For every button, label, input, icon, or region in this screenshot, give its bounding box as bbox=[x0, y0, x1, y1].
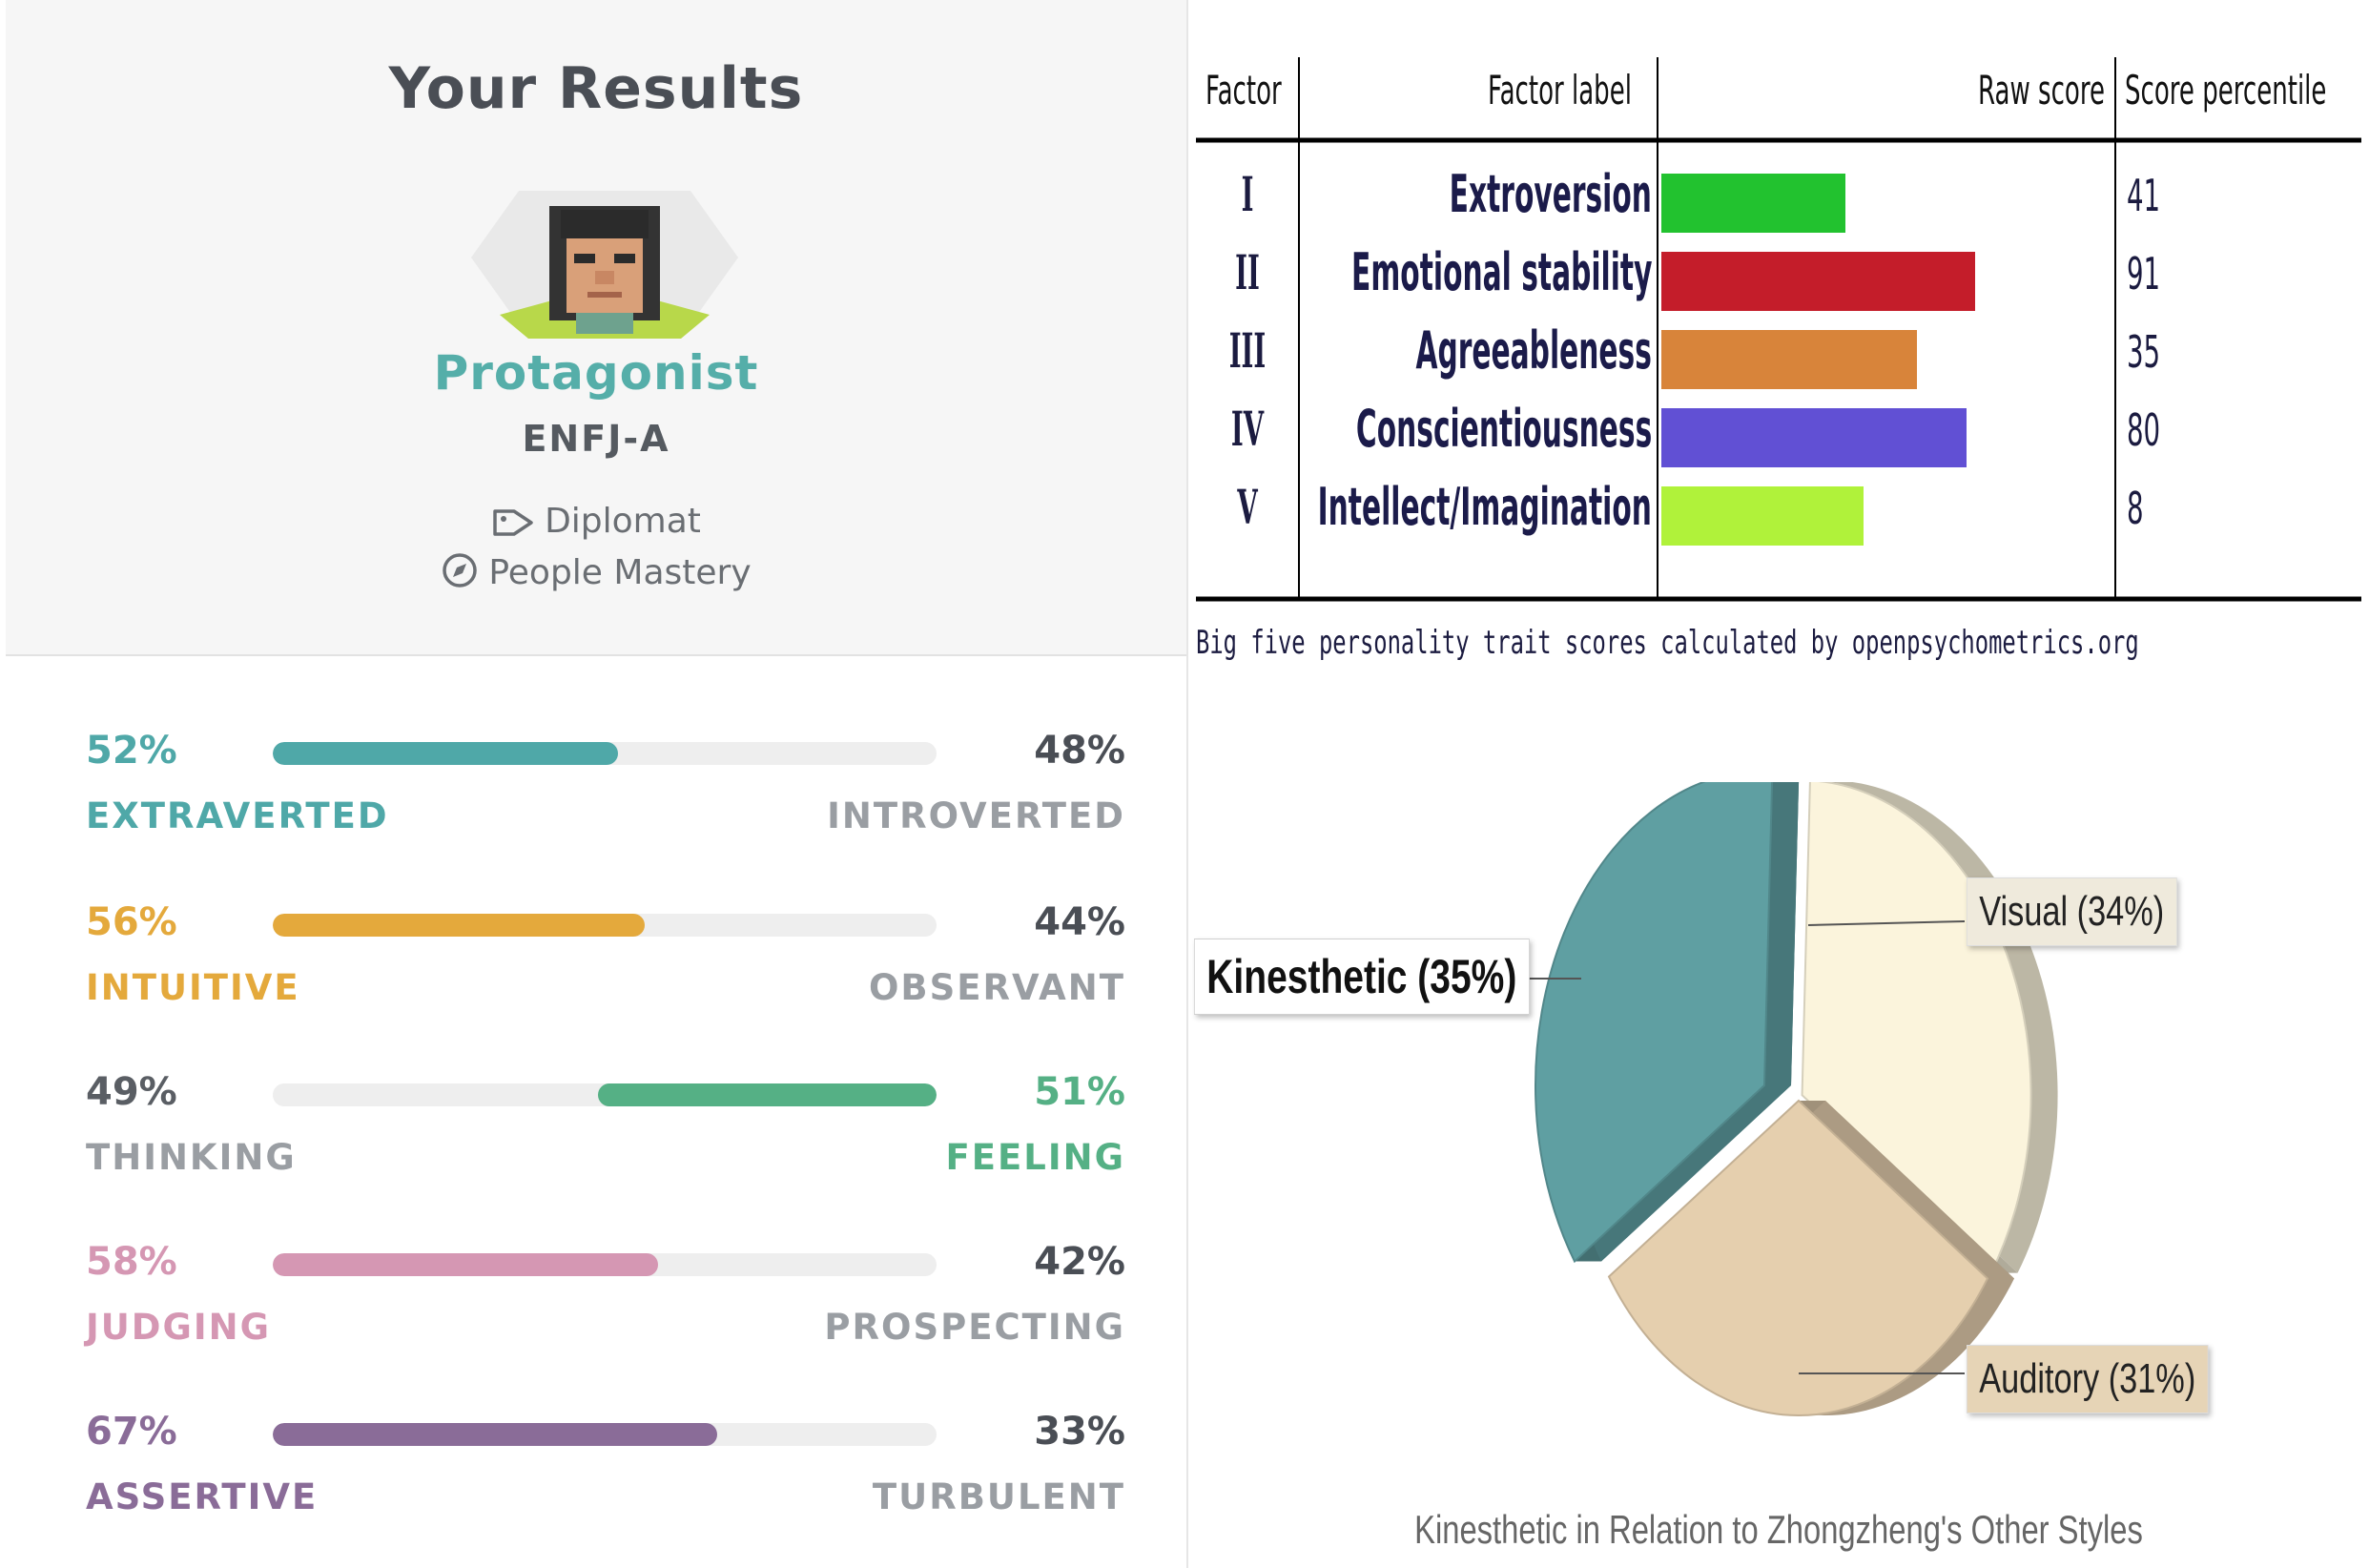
learning-styles-pie-chart: Kinesthetic (35%) Visual (34%) Auditory (3… bbox=[1188, 782, 2369, 1568]
trait-bar bbox=[273, 742, 937, 765]
factor-label: Emotional stability bbox=[1350, 242, 1652, 302]
factor-numeral: IV bbox=[1230, 401, 1265, 457]
trait-row: 58% 42% JUDGING PROSPECTING bbox=[86, 1240, 1125, 1373]
trait-right-label: PROSPECTING bbox=[824, 1307, 1125, 1348]
raw-score-bar bbox=[1661, 408, 1967, 467]
score-percentile: 41 bbox=[2127, 170, 2161, 221]
raw-score-bar bbox=[1661, 174, 1845, 233]
trait-right-label: FEELING bbox=[945, 1137, 1125, 1178]
trait-left-label: EXTRAVERTED bbox=[86, 795, 389, 836]
factor-label: Extroversion bbox=[1449, 164, 1652, 224]
trait-left-percent: 49% bbox=[86, 1070, 177, 1114]
big-five-table: Factor Factor label Raw score Score perc… bbox=[1196, 29, 2361, 687]
trait-bar-fill bbox=[273, 1423, 718, 1446]
pie-title: Kinesthetic in Relation to Zhongzheng's … bbox=[1414, 1507, 2143, 1552]
trait-right-percent: 51% bbox=[1034, 1070, 1125, 1114]
header-factor: Factor bbox=[1205, 67, 1282, 113]
pie-slice-label: Visual (34%) bbox=[1967, 877, 2177, 946]
tag-icon bbox=[493, 509, 533, 536]
role-label: Diplomat bbox=[545, 502, 701, 541]
personality-type-name: Protagonist bbox=[433, 345, 759, 401]
compass-icon bbox=[443, 553, 478, 588]
trait-bar-fill bbox=[273, 914, 645, 937]
factor-numeral: I bbox=[1241, 166, 1254, 222]
score-percentile: 8 bbox=[2127, 483, 2144, 534]
raw-score-bar bbox=[1661, 252, 1975, 311]
header-factor-label: Factor label bbox=[1488, 67, 1632, 113]
strategy-row: People Mastery bbox=[6, 551, 1186, 592]
strategy-label: People Mastery bbox=[488, 553, 752, 592]
role-row: Diplomat bbox=[6, 502, 1186, 541]
trait-bar-fill bbox=[273, 1253, 658, 1276]
trait-left-percent: 67% bbox=[86, 1410, 177, 1454]
pie-slice-label: Kinesthetic (35%) bbox=[1194, 939, 1530, 1015]
factor-label: Conscientiousness bbox=[1355, 399, 1652, 459]
avatar bbox=[471, 191, 738, 339]
trait-row: 67% 33% ASSERTIVE TURBULENT bbox=[86, 1410, 1125, 1543]
factor-numeral: V bbox=[1237, 479, 1258, 535]
factor-numeral: II bbox=[1235, 244, 1260, 300]
header-score-percentile: Score percentile bbox=[2125, 67, 2327, 113]
trait-left-label: ASSERTIVE bbox=[86, 1476, 319, 1517]
results-panel: Your Results Protagonist ENFJ-A Diplomat bbox=[6, 0, 1188, 1568]
trait-bar-fill bbox=[273, 742, 618, 765]
trait-left-percent: 52% bbox=[86, 729, 177, 773]
trait-bar bbox=[273, 1083, 937, 1106]
trait-right-percent: 44% bbox=[1034, 900, 1125, 944]
trait-left-percent: 56% bbox=[86, 900, 177, 944]
score-percentile: 91 bbox=[2127, 248, 2161, 299]
trait-row: 56% 44% INTUITIVE OBSERVANT bbox=[86, 900, 1125, 1034]
results-header: Your Results Protagonist ENFJ-A Diplomat bbox=[6, 0, 1186, 656]
pie-slice-label: Auditory (31%) bbox=[1967, 1345, 2209, 1413]
trait-bar bbox=[273, 1253, 937, 1276]
trait-right-percent: 48% bbox=[1034, 729, 1125, 773]
factor-label: Intellect/Imagination bbox=[1317, 477, 1652, 537]
trait-left-label: INTUITIVE bbox=[86, 967, 300, 1008]
trait-left-label: JUDGING bbox=[86, 1307, 271, 1348]
trait-bar bbox=[273, 1423, 937, 1446]
trait-row: 49% 51% THINKING FEELING bbox=[86, 1070, 1125, 1204]
trait-bar bbox=[273, 914, 937, 937]
raw-score-bar bbox=[1661, 486, 1864, 546]
trait-right-label: OBSERVANT bbox=[868, 967, 1125, 1008]
factor-numeral: III bbox=[1228, 322, 1267, 379]
trait-right-label: INTROVERTED bbox=[827, 795, 1125, 836]
trait-row: 52% 48% EXTRAVERTED INTROVERTED bbox=[86, 729, 1125, 862]
score-percentile: 80 bbox=[2127, 404, 2161, 456]
trait-bar-fill bbox=[598, 1083, 937, 1106]
raw-score-bar bbox=[1661, 330, 1917, 389]
personality-type-code: ENFJ-A bbox=[522, 418, 670, 460]
trait-right-label: TURBULENT bbox=[872, 1476, 1125, 1517]
factor-label: Agreeableness bbox=[1415, 320, 1652, 381]
big-five-caption: Big five personality trait scores calcul… bbox=[1196, 624, 2139, 662]
trait-left-percent: 58% bbox=[86, 1240, 177, 1284]
header-raw-score: Raw score bbox=[1978, 67, 2106, 113]
trait-right-percent: 42% bbox=[1034, 1240, 1125, 1284]
trait-left-label: THINKING bbox=[86, 1137, 297, 1178]
score-percentile: 35 bbox=[2127, 326, 2161, 378]
page-title: Your Results bbox=[388, 55, 804, 122]
trait-right-percent: 33% bbox=[1034, 1410, 1125, 1454]
